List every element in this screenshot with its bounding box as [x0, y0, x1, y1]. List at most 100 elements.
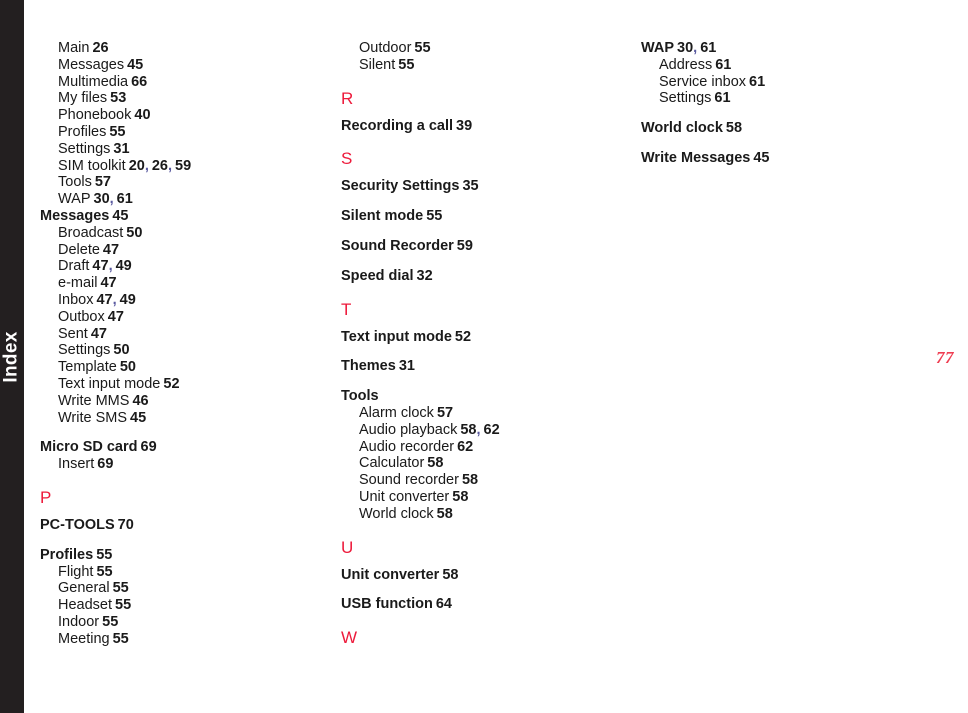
index-entry-page[interactable]: 58 — [726, 120, 742, 136]
index-entry-page[interactable]: 55 — [96, 547, 112, 563]
index-entry-page[interactable]: 52 — [163, 376, 179, 392]
index-entry-page[interactable]: 26 — [152, 158, 168, 174]
index-entry-main[interactable]: Micro SD card 69 — [40, 439, 330, 456]
index-entry-page[interactable]: 30 — [677, 40, 693, 56]
index-entry-page[interactable]: 58 — [427, 455, 443, 471]
index-entry-sub[interactable]: Settings 61 — [641, 90, 941, 107]
index-entry-page[interactable]: 46 — [132, 393, 148, 409]
index-entry-page[interactable]: 45 — [130, 410, 146, 426]
index-entry-page[interactable]: 58 — [452, 489, 468, 505]
index-entry-page[interactable]: 47 — [92, 258, 108, 274]
index-entry-sub[interactable]: Outbox 47 — [40, 309, 330, 326]
index-entry-page[interactable]: 55 — [102, 614, 118, 630]
index-entry-page[interactable]: 57 — [437, 405, 453, 421]
index-entry-sub[interactable]: Flight 55 — [40, 564, 330, 581]
index-entry-page[interactable]: 31 — [113, 141, 129, 157]
index-entry-sub[interactable]: Calculator 58 — [341, 455, 631, 472]
index-entry-page[interactable]: 45 — [127, 57, 143, 73]
index-entry-sub[interactable]: Meeting 55 — [40, 631, 330, 648]
index-entry-page[interactable]: 47 — [91, 326, 107, 342]
index-entry-sub[interactable]: Audio recorder 62 — [341, 439, 631, 456]
index-entry-page[interactable]: 45 — [753, 150, 769, 166]
index-entry-main[interactable]: Security Settings 35 — [341, 178, 631, 195]
index-entry-main[interactable]: Speed dial 32 — [341, 268, 631, 285]
index-entry-page[interactable]: 55 — [115, 597, 131, 613]
index-entry-page[interactable]: 32 — [417, 268, 433, 284]
index-entry-sub[interactable]: SIM toolkit 20, 26, 59 — [40, 158, 330, 175]
index-entry-page[interactable]: 50 — [120, 359, 136, 375]
index-entry-main[interactable]: Sound Recorder 59 — [341, 238, 631, 255]
index-entry-main[interactable]: Messages 45 — [40, 208, 330, 225]
index-entry-sub[interactable]: Draft 47, 49 — [40, 258, 330, 275]
index-entry-sub[interactable]: Phonebook 40 — [40, 107, 330, 124]
index-entry-main[interactable]: Silent mode 55 — [341, 208, 631, 225]
index-entry-page[interactable]: 45 — [112, 208, 128, 224]
index-entry-page[interactable]: 55 — [113, 631, 129, 647]
index-entry-main[interactable]: WAP 30, 61 — [641, 40, 941, 57]
index-entry-page[interactable]: 47 — [103, 242, 119, 258]
index-entry-page[interactable]: 26 — [92, 40, 108, 56]
index-entry-sub[interactable]: Silent 55 — [341, 57, 631, 74]
index-entry-sub[interactable]: Address 61 — [641, 57, 941, 74]
index-entry-page[interactable]: 47 — [100, 275, 116, 291]
index-entry-sub[interactable]: Delete 47 — [40, 242, 330, 259]
index-entry-sub[interactable]: Messages 45 — [40, 57, 330, 74]
index-entry-page[interactable]: 58 — [437, 506, 453, 522]
index-entry-page[interactable]: 55 — [414, 40, 430, 56]
index-entry-page[interactable]: 47 — [96, 292, 112, 308]
index-entry-sub[interactable]: Inbox 47, 49 — [40, 292, 330, 309]
index-entry-sub[interactable]: Tools 57 — [40, 174, 330, 191]
index-entry-page[interactable]: 49 — [120, 292, 136, 308]
index-entry-page[interactable]: 55 — [109, 124, 125, 140]
index-entry-page[interactable]: 47 — [108, 309, 124, 325]
index-entry-sub[interactable]: Text input mode 52 — [40, 376, 330, 393]
index-entry-page[interactable]: 70 — [118, 517, 134, 533]
index-entry-sub[interactable]: Profiles 55 — [40, 124, 330, 141]
index-entry-sub[interactable]: Unit converter 58 — [341, 489, 631, 506]
index-entry-page[interactable]: 57 — [95, 174, 111, 190]
index-entry-page[interactable]: 49 — [116, 258, 132, 274]
index-entry-sub[interactable]: Template 50 — [40, 359, 330, 376]
index-entry-main[interactable]: World clock 58 — [641, 120, 941, 137]
index-entry-page[interactable]: 30 — [94, 191, 110, 207]
index-entry-sub[interactable]: Settings 50 — [40, 342, 330, 359]
index-entry-sub[interactable]: Insert 69 — [40, 456, 330, 473]
index-entry-sub[interactable]: Headset 55 — [40, 597, 330, 614]
index-entry-main[interactable]: Unit converter 58 — [341, 567, 631, 584]
index-entry-sub[interactable]: Audio playback 58, 62 — [341, 422, 631, 439]
index-entry-page[interactable]: 53 — [110, 90, 126, 106]
index-entry-main[interactable]: USB function 64 — [341, 596, 631, 613]
index-entry-sub[interactable]: Settings 31 — [40, 141, 330, 158]
index-entry-main[interactable]: Themes 31 — [341, 358, 631, 375]
index-entry-page[interactable]: 55 — [398, 57, 414, 73]
index-entry-page[interactable]: 55 — [426, 208, 442, 224]
index-entry-page[interactable]: 58 — [462, 472, 478, 488]
index-entry-sub[interactable]: Write SMS 45 — [40, 410, 330, 427]
index-entry-page[interactable]: 62 — [457, 439, 473, 455]
index-entry-main[interactable]: PC-TOOLS 70 — [40, 517, 330, 534]
index-entry-sub[interactable]: Main 26 — [40, 40, 330, 57]
index-entry-page[interactable]: 59 — [175, 158, 191, 174]
index-entry-page[interactable]: 40 — [134, 107, 150, 123]
index-entry-sub[interactable]: General 55 — [40, 580, 330, 597]
index-entry-main[interactable]: Recording a call 39 — [341, 118, 631, 135]
index-entry-page[interactable]: 39 — [456, 118, 472, 134]
index-entry-sub[interactable]: WAP 30, 61 — [40, 191, 330, 208]
index-entry-main[interactable]: Text input mode 52 — [341, 329, 631, 346]
index-entry-page[interactable]: 61 — [117, 191, 133, 207]
index-entry-sub[interactable]: Service inbox 61 — [641, 74, 941, 91]
index-entry-sub[interactable]: Indoor 55 — [40, 614, 330, 631]
index-entry-page[interactable]: 59 — [457, 238, 473, 254]
index-entry-page[interactable]: 50 — [113, 342, 129, 358]
index-entry-page[interactable]: 31 — [399, 358, 415, 374]
index-entry-page[interactable]: 69 — [97, 456, 113, 472]
index-entry-page[interactable]: 61 — [749, 74, 765, 90]
index-entry-sub[interactable]: Outdoor 55 — [341, 40, 631, 57]
index-entry-sub[interactable]: Sent 47 — [40, 326, 330, 343]
index-entry-sub[interactable]: Multimedia 66 — [40, 74, 330, 91]
index-entry-sub[interactable]: My files 53 — [40, 90, 330, 107]
index-entry-sub[interactable]: Broadcast 50 — [40, 225, 330, 242]
index-entry-page[interactable]: 61 — [715, 57, 731, 73]
index-entry-page[interactable]: 61 — [714, 90, 730, 106]
index-entry-page[interactable]: 69 — [141, 439, 157, 455]
